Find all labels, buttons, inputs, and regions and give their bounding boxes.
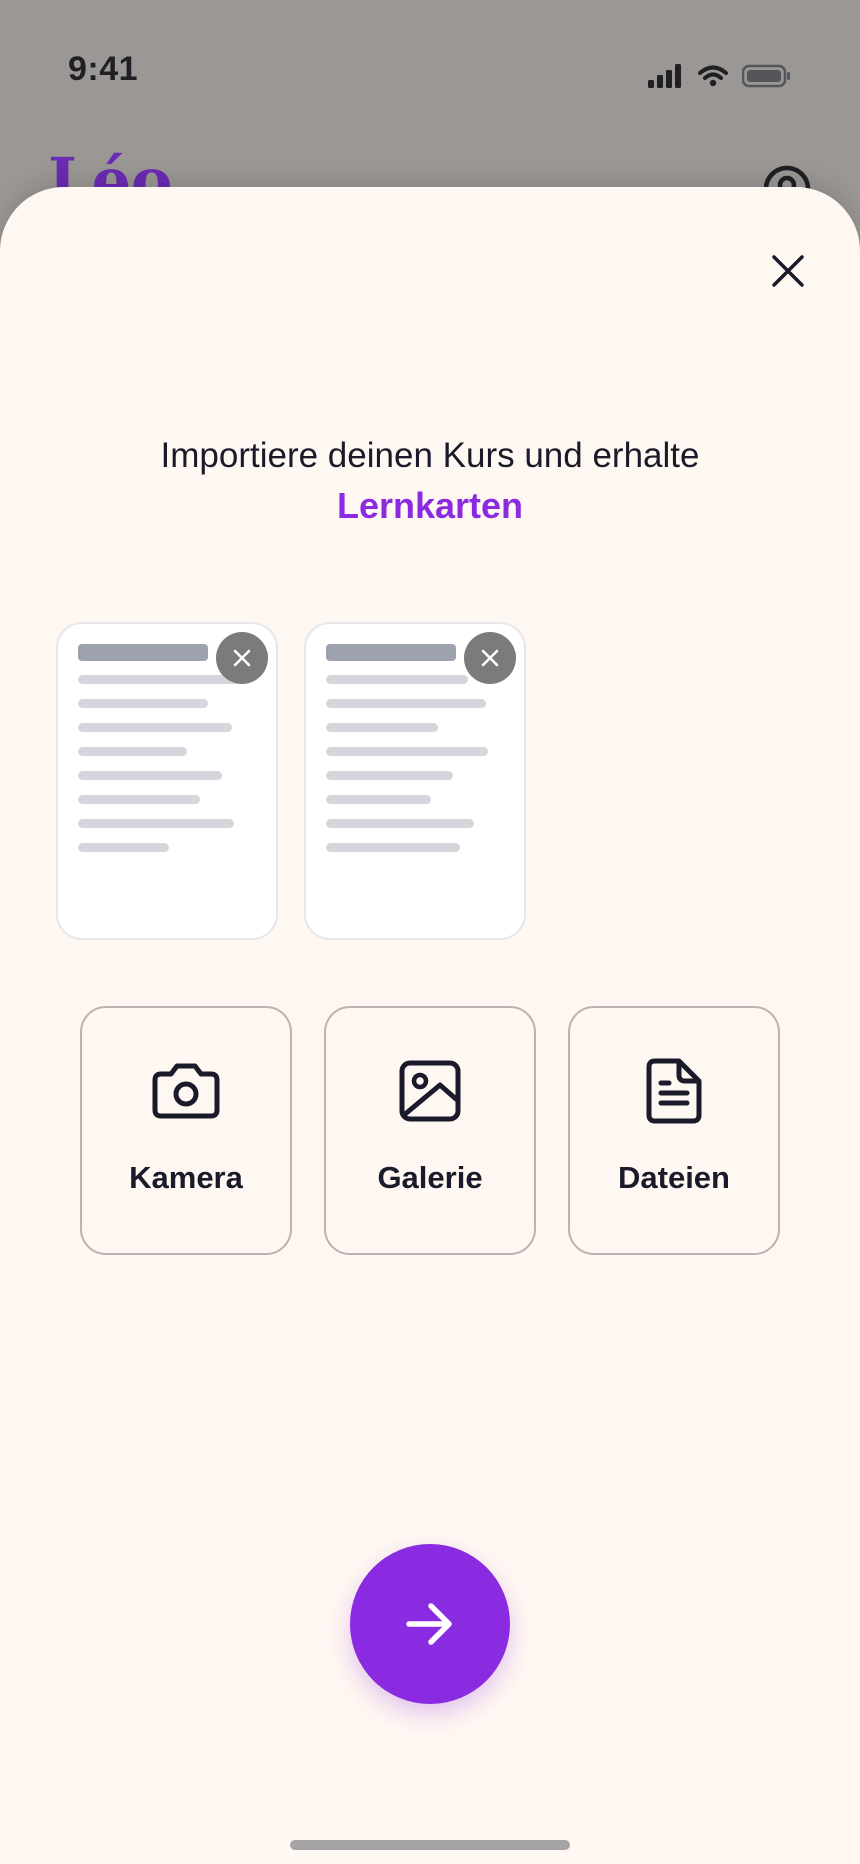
headline-highlight: Lernkarten <box>336 485 524 526</box>
files-button[interactable]: Dateien <box>568 1006 780 1255</box>
selected-documents <box>56 622 526 940</box>
file-icon <box>645 1058 703 1124</box>
camera-button[interactable]: Kamera <box>80 1006 292 1255</box>
wifi-icon <box>698 65 728 87</box>
files-label: Dateien <box>618 1160 730 1195</box>
home-indicator[interactable] <box>290 1840 570 1850</box>
document-preview <box>326 644 488 867</box>
gallery-button[interactable]: Galerie <box>324 1006 536 1255</box>
import-sources: Kamera Galerie Dateien <box>80 1006 780 1255</box>
remove-document-button[interactable] <box>464 632 516 684</box>
document-preview <box>78 644 240 867</box>
close-icon <box>481 649 499 667</box>
arrow-right-icon <box>406 1603 452 1645</box>
sheet-headline: Importiere deinen Kurs und erhalte Lernk… <box>0 431 860 531</box>
battery-icon <box>742 64 790 88</box>
signal-icon <box>648 64 681 88</box>
close-button[interactable] <box>764 247 812 295</box>
next-button[interactable] <box>350 1544 510 1704</box>
gallery-label: Galerie <box>377 1160 483 1195</box>
camera-label: Kamera <box>129 1160 243 1195</box>
close-icon <box>772 255 804 287</box>
image-icon <box>398 1058 462 1124</box>
document-thumbnail[interactable] <box>56 622 278 940</box>
remove-document-button[interactable] <box>216 632 268 684</box>
close-icon <box>233 649 251 667</box>
status-bar: 9:41 <box>0 0 860 150</box>
status-icons <box>648 64 792 88</box>
import-sheet: Importiere deinen Kurs und erhalte Lernk… <box>0 187 860 1864</box>
status-time: 9:41 <box>68 50 139 88</box>
camera-icon <box>151 1058 221 1124</box>
headline-text: Importiere deinen Kurs und erhalte <box>160 436 700 475</box>
document-thumbnail[interactable] <box>304 622 526 940</box>
